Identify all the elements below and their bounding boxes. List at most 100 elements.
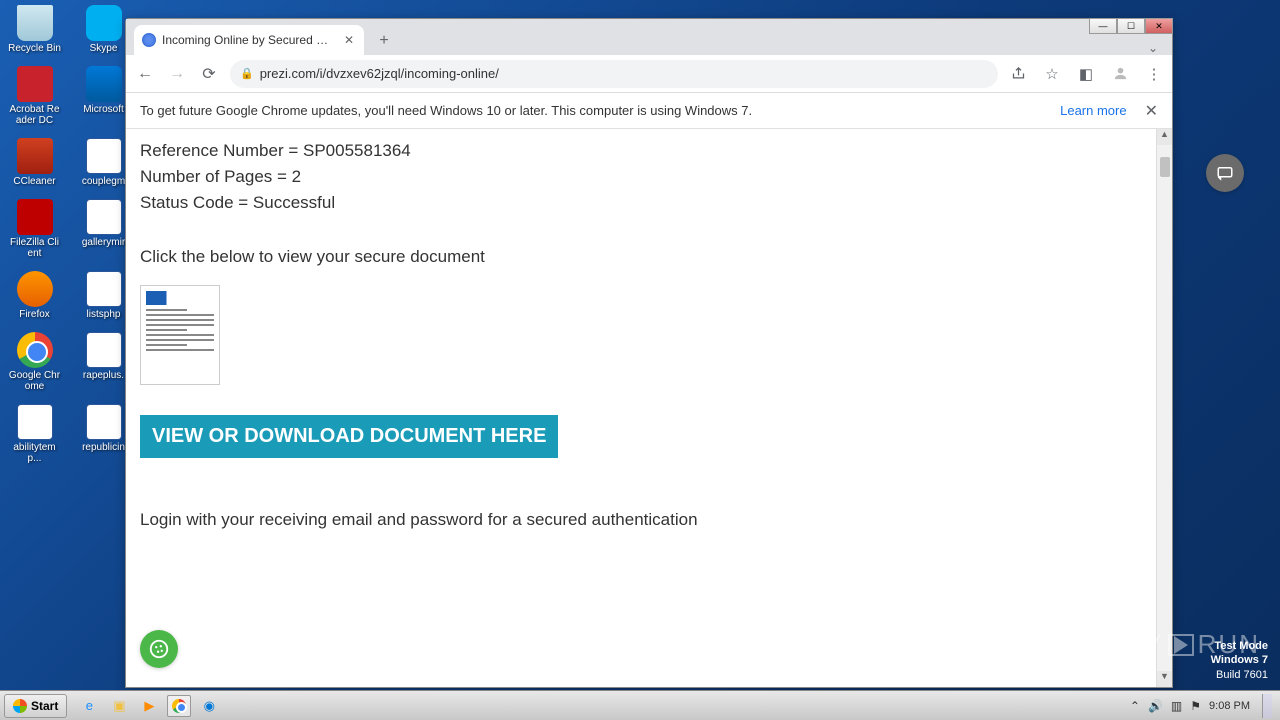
desktop-icon-rapeplus-[interactable]: rapeplus.	[77, 332, 130, 392]
chrome-window: — ☐ ✕ Incoming Online by Secured Docume …	[125, 18, 1173, 688]
desktop-icon-gallerymir[interactable]: gallerymir	[77, 199, 130, 259]
close-tab-button[interactable]: ✕	[342, 33, 356, 47]
desktop-icon-label: Firefox	[19, 309, 50, 320]
page-content: Reference Number = SP005581364 Number of…	[126, 129, 1156, 687]
close-window-button[interactable]: ✕	[1145, 18, 1173, 34]
clock[interactable]: 9:08 PM	[1209, 700, 1250, 712]
view-download-button[interactable]: VIEW OR DOWNLOAD DOCUMENT HERE	[140, 415, 558, 458]
desktop-icon-label: rapeplus.	[83, 370, 124, 381]
firefox-icon	[17, 271, 53, 307]
status-text: Status Code = Successful	[140, 193, 1142, 213]
tab-search-button[interactable]: ⌄	[1148, 41, 1168, 55]
desktop-icon-label: FileZilla Client	[8, 237, 61, 259]
scroll-up-button[interactable]: ▲	[1157, 129, 1172, 145]
desktop-icon-skype[interactable]: Skype	[77, 5, 130, 54]
tray-expand-icon[interactable]: ⌃	[1130, 699, 1140, 713]
word-icon	[17, 404, 53, 440]
tray-flag-icon[interactable]: ⚑	[1190, 699, 1201, 713]
reload-button[interactable]: ⟳	[198, 63, 220, 85]
word-icon	[86, 332, 122, 368]
desktop-icon-label: gallerymir	[82, 237, 125, 248]
browser-tab[interactable]: Incoming Online by Secured Docume ✕	[134, 25, 364, 55]
skype-icon	[86, 5, 122, 41]
desktop-icon-firefox[interactable]: Firefox	[8, 271, 61, 320]
taskbar-edge-icon[interactable]: ◉	[197, 695, 221, 717]
desktop-icon-label: listsphp	[87, 309, 121, 320]
maximize-button[interactable]: ☐	[1117, 18, 1145, 34]
desktop-icon-abilitytemp-[interactable]: abilitytemp...	[8, 404, 61, 464]
login-instruction-text: Login with your receiving email and pass…	[140, 510, 1142, 530]
recycle-icon	[17, 5, 53, 41]
tab-title: Incoming Online by Secured Docume	[162, 33, 336, 47]
filezilla-icon	[17, 199, 53, 235]
start-button[interactable]: Start	[4, 694, 67, 718]
desktop-icon-acrobat-reader-dc[interactable]: Acrobat Reader DC	[8, 66, 61, 126]
word-icon	[86, 199, 122, 235]
desktop-icon-label: Google Chrome	[8, 370, 61, 392]
desktop-icon-republicin[interactable]: republicin	[77, 404, 130, 464]
desktop-icon-couplegm[interactable]: couplegm	[77, 138, 130, 187]
desktop-icon-label: couplegm	[82, 176, 125, 187]
learn-more-link[interactable]: Learn more	[1060, 103, 1126, 118]
taskbar-chrome-icon[interactable]	[167, 695, 191, 717]
desktop-icon-label: Recycle Bin	[8, 43, 61, 54]
desktop-icon-ccleaner[interactable]: CCleaner	[8, 138, 61, 187]
scrollbar[interactable]: ▲ ▼	[1156, 129, 1172, 687]
desktop-icon-label: abilitytemp...	[8, 442, 61, 464]
info-bar-text: To get future Google Chrome updates, you…	[140, 103, 752, 118]
reference-text: Reference Number = SP005581364	[140, 141, 1142, 161]
profile-button[interactable]	[1110, 64, 1130, 84]
scroll-thumb[interactable]	[1160, 157, 1170, 177]
minimize-button[interactable]: —	[1089, 18, 1117, 34]
tray-volume-icon[interactable]: 🔊	[1148, 699, 1163, 713]
url-input[interactable]: 🔒 prezi.com/i/dvzxev62jzql/incoming-onli…	[230, 60, 998, 88]
desktop-icon-microsoft[interactable]: Microsoft	[77, 66, 130, 126]
lock-icon: 🔒	[240, 67, 254, 80]
word-icon	[86, 271, 122, 307]
desktop-icon-filezilla-client[interactable]: FileZilla Client	[8, 199, 61, 259]
new-tab-button[interactable]: +	[370, 27, 398, 55]
back-button[interactable]: ←	[134, 63, 156, 85]
desktop-icon-recycle-bin[interactable]: Recycle Bin	[8, 5, 61, 54]
desktop-icon-listsphp[interactable]: listsphp	[77, 271, 130, 320]
system-tray: ⌃ 🔊 ▥ ⚑ 9:08 PM	[1130, 694, 1280, 718]
taskbar-ie-icon[interactable]: e	[77, 695, 101, 717]
taskbar: Start e ▣ ▶ ◉ ⌃ 🔊 ▥ ⚑ 9:08 PM	[0, 690, 1280, 720]
bookmark-button[interactable]: ☆	[1042, 64, 1062, 84]
desktop: Recycle Bin Skype Acrobat Reader DC Microso…	[0, 0, 130, 690]
desktop-icon-label: republicin	[82, 442, 125, 453]
url-text: prezi.com/i/dvzxev62jzql/incoming-online…	[260, 66, 499, 81]
menu-button[interactable]: ⋮	[1144, 64, 1164, 84]
taskbar-explorer-icon[interactable]: ▣	[107, 695, 131, 717]
desktop-icon-label: Acrobat Reader DC	[8, 104, 61, 126]
instruction-text: Click the below to view your secure docu…	[140, 247, 1142, 267]
desktop-icon-label: CCleaner	[13, 176, 55, 187]
favicon-icon	[142, 33, 156, 47]
edge-icon	[86, 66, 122, 102]
desktop-icon-label: Skype	[90, 43, 118, 54]
cookie-settings-button[interactable]	[140, 630, 178, 668]
document-thumbnail[interactable]	[140, 285, 220, 385]
ccleaner-icon	[17, 138, 53, 174]
chrome-i-icon	[17, 332, 53, 368]
taskbar-media-icon[interactable]: ▶	[137, 695, 161, 717]
word-icon	[86, 404, 122, 440]
acrobat-icon	[17, 66, 53, 102]
tray-network-icon[interactable]: ▥	[1171, 699, 1182, 713]
desktop-icon-label: Microsoft	[83, 104, 124, 115]
share-button[interactable]	[1008, 64, 1028, 84]
forward-button[interactable]: →	[166, 63, 188, 85]
tab-strip: Incoming Online by Secured Docume ✕ + ⌄	[126, 19, 1172, 55]
scroll-down-button[interactable]: ▼	[1157, 671, 1172, 687]
side-panel-button[interactable]: ◧	[1076, 64, 1096, 84]
info-bar-close-button[interactable]: ✕	[1145, 101, 1158, 121]
word-icon	[86, 138, 122, 174]
address-bar: ← → ⟳ 🔒 prezi.com/i/dvzxev62jzql/incomin…	[126, 55, 1172, 93]
pages-text: Number of Pages = 2	[140, 167, 1142, 187]
show-desktop-button[interactable]	[1262, 694, 1272, 718]
prezi-comment-button[interactable]	[1206, 154, 1244, 192]
info-bar: To get future Google Chrome updates, you…	[126, 93, 1172, 129]
windows-logo-icon	[13, 699, 27, 713]
desktop-icon-google-chrome[interactable]: Google Chrome	[8, 332, 61, 392]
build-info: Test Mode Windows 7 Build 7601	[1211, 639, 1268, 682]
